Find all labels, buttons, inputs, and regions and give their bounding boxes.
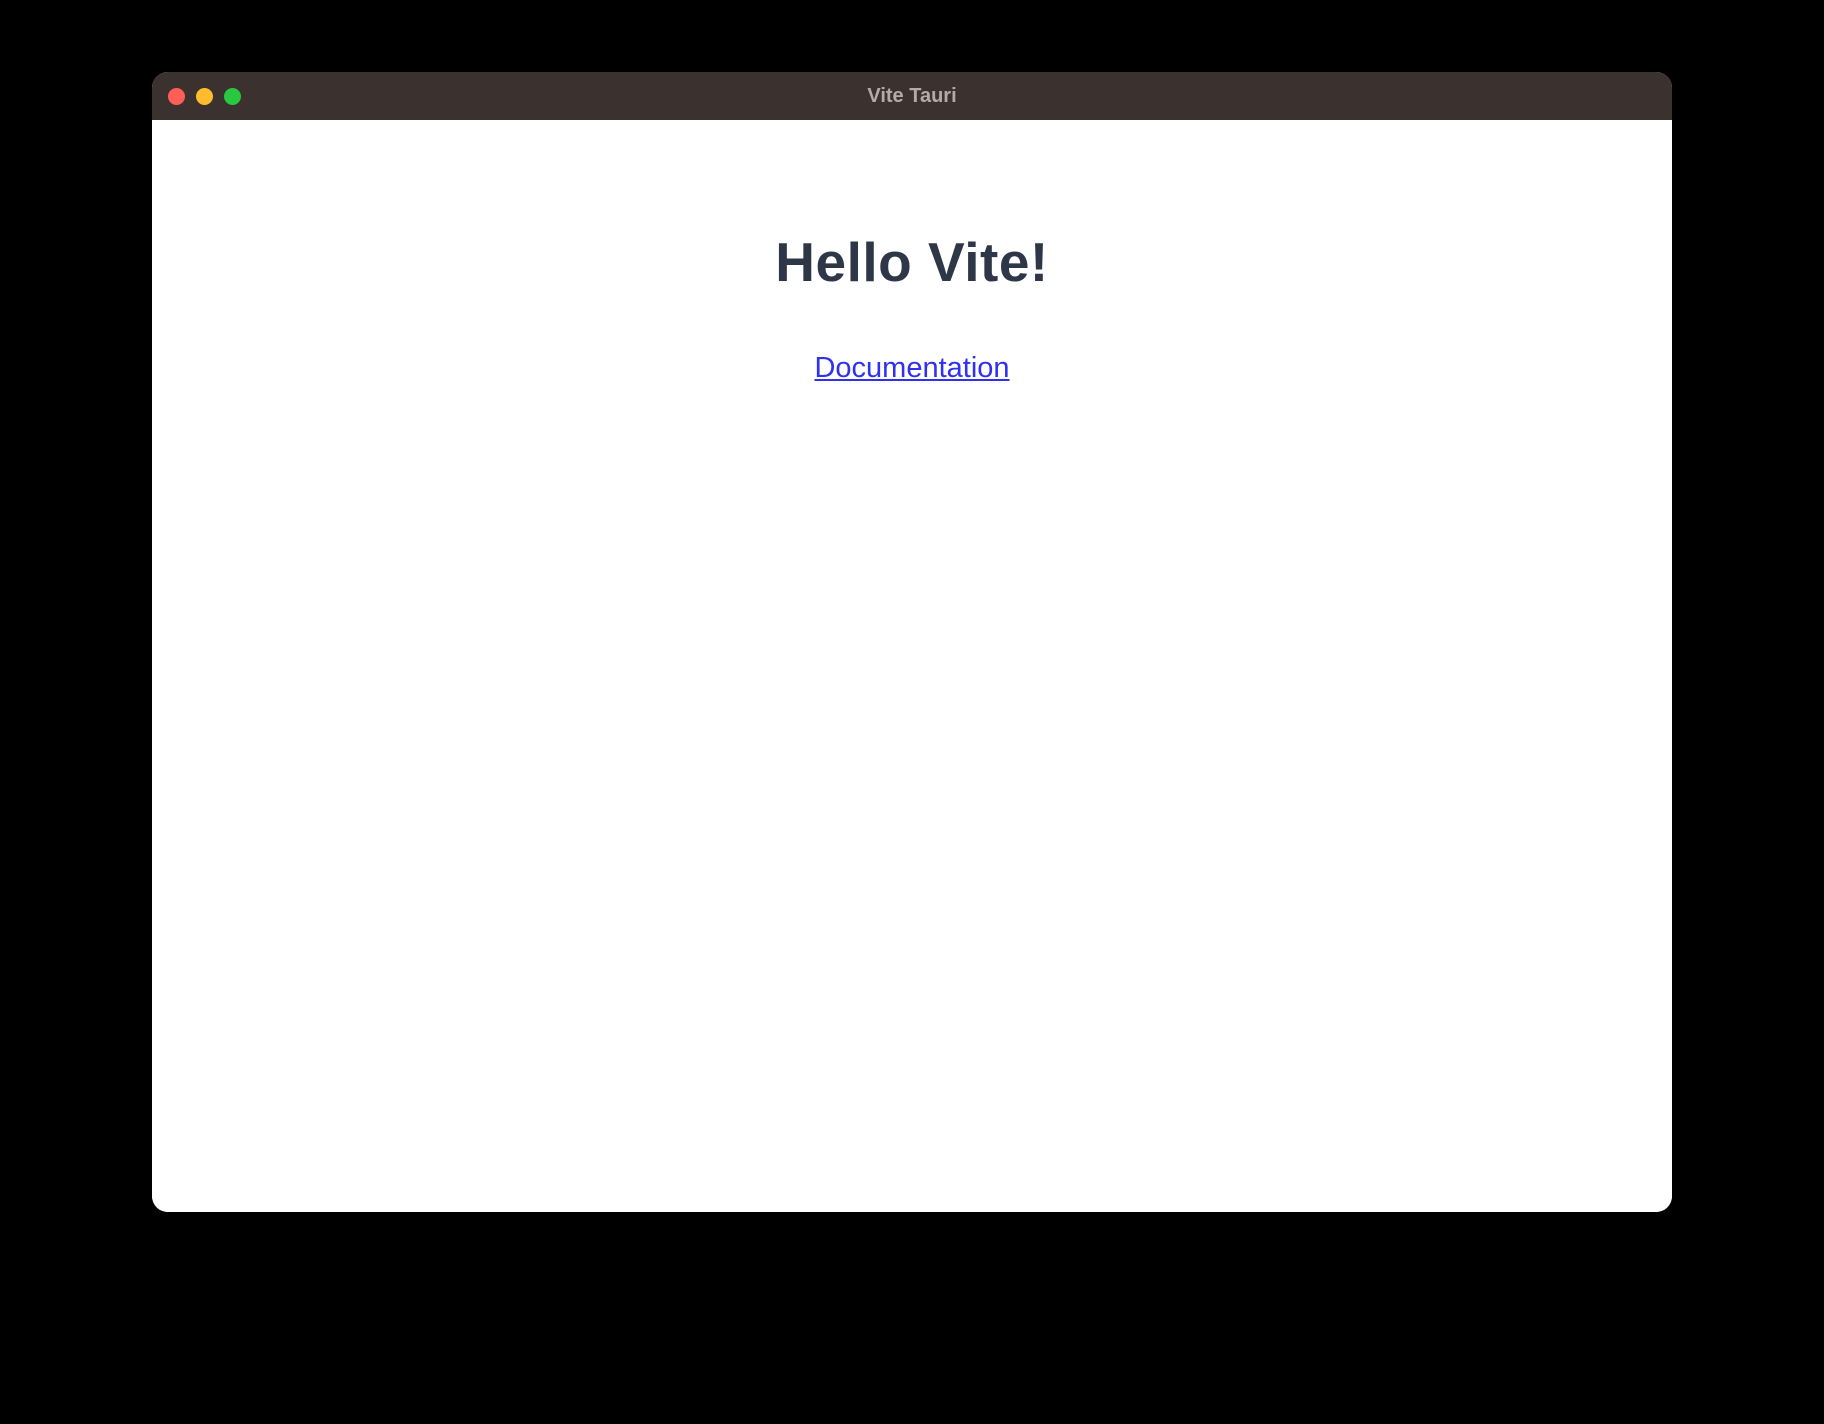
content-area: Hello Vite! Documentation bbox=[152, 120, 1672, 1212]
app-window: Vite Tauri Hello Vite! Documentation bbox=[152, 72, 1672, 1212]
minimize-icon[interactable] bbox=[196, 88, 213, 105]
documentation-link[interactable]: Documentation bbox=[814, 352, 1009, 384]
window-title: Vite Tauri bbox=[867, 85, 956, 108]
traffic-lights bbox=[152, 88, 241, 105]
close-icon[interactable] bbox=[168, 88, 185, 105]
maximize-icon[interactable] bbox=[224, 88, 241, 105]
link-wrapper: Documentation bbox=[814, 352, 1009, 385]
page-heading: Hello Vite! bbox=[775, 230, 1048, 294]
titlebar: Vite Tauri bbox=[152, 72, 1672, 120]
